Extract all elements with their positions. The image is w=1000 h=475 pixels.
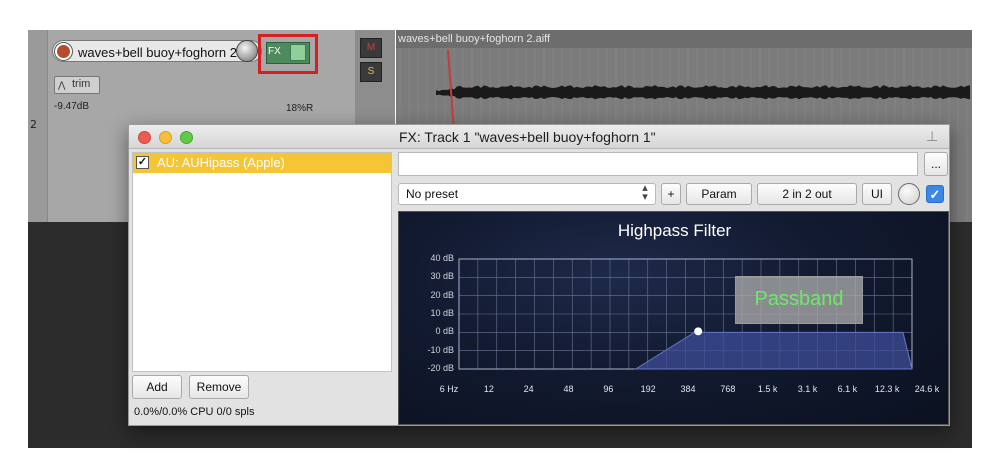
db-tick-label: 0 dB (435, 326, 454, 337)
record-arm-button[interactable] (55, 43, 72, 60)
frequency-tick-label: 12 (483, 384, 494, 394)
frequency-tick-label: 24 (523, 384, 534, 394)
db-tick-label: 20 dB (430, 289, 454, 300)
db-tick-label: -20 dB (427, 363, 454, 373)
db-tick-label: 40 dB (430, 253, 454, 263)
fx-chain-item-label: AU: AUHipass (Apple) (157, 155, 285, 170)
frequency-tick-label: 12.3 k (874, 384, 900, 394)
frequency-tick-label: 6 Hz (439, 384, 459, 394)
cpu-readout: 0.0%/0.0% CPU 0/0 spls (134, 406, 255, 418)
fx-chain-list[interactable]: ✓ AU: AUHipass (Apple) (132, 152, 392, 372)
trim-label: trim (72, 78, 91, 90)
add-button[interactable]: Add (132, 375, 182, 399)
enable-checkbox[interactable]: ✓ (926, 185, 944, 203)
window-title: FX: Track 1 "waves+bell buoy+foghorn 1" (399, 129, 656, 145)
filter-response-curve (633, 331, 913, 370)
frequency-tick-label: 48 (563, 384, 574, 394)
mute-button[interactable]: M (360, 38, 382, 58)
frequency-tick-label: 192 (640, 384, 656, 394)
frequency-tick-label: 6.1 k (837, 384, 858, 394)
fx-bypass-toggle[interactable] (290, 44, 306, 61)
parameter-field[interactable] (398, 152, 918, 176)
preset-value: No preset (406, 187, 459, 201)
ui-button[interactable]: UI (862, 183, 892, 205)
plugin-title: Highpass Filter (617, 221, 732, 240)
plugin-view[interactable]: Highpass Filter 40 dB 30 dB 20 dB 10 dB 0 dB… (398, 211, 949, 425)
frequency-tick-label: 384 (680, 384, 696, 394)
checkbox-icon[interactable]: ✓ (136, 156, 149, 169)
frequency-tick-label: 768 (720, 384, 736, 394)
chevron-updown-icon: ▴ ▾ (642, 182, 648, 203)
cutoff-handle[interactable] (694, 327, 703, 336)
param-button[interactable]: Param (686, 183, 752, 205)
fx-button-label: FX (268, 46, 281, 57)
io-routing-button[interactable]: 2 in 2 out (757, 183, 857, 205)
maximize-icon[interactable] (180, 131, 193, 144)
track-name: waves+bell buoy+foghorn 2 (78, 45, 238, 60)
wet-knob-icon[interactable] (898, 183, 920, 205)
pan-readout: 18%R (286, 103, 314, 114)
db-tick-label: 30 dB (430, 271, 454, 282)
volume-knob[interactable] (236, 40, 258, 62)
frequency-tick-label: 24.6 k (914, 384, 940, 394)
db-tick-label: 10 dB (430, 308, 454, 318)
db-tick-label: -10 dB (427, 344, 454, 355)
daw-screen: 2 waves+bell buoy+foghorn 2.aiff waves+b… (0, 0, 1000, 475)
envelope-icon: ⋀ (58, 80, 66, 90)
fx-chain-item[interactable]: ✓ AU: AUHipass (Apple) (133, 153, 391, 173)
passband-label: Passband (754, 288, 844, 310)
pin-icon[interactable]: ⊥ (926, 128, 938, 145)
frequency-tick-label: 3.1 k (797, 384, 818, 394)
more-button[interactable]: ... (924, 152, 948, 176)
close-icon[interactable] (138, 131, 151, 144)
minimize-icon[interactable] (159, 131, 172, 144)
media-item-title: waves+bell buoy+foghorn 2.aiff (398, 33, 551, 45)
fx-window: FX: Track 1 "waves+bell buoy+foghorn 1" … (128, 124, 950, 426)
frequency-tick-label: 1.5 k (757, 384, 778, 394)
frequency-tick-label: 96 (603, 384, 614, 394)
add-preset-button[interactable]: + (661, 183, 681, 205)
volume-readout: -9.47dB (54, 101, 90, 112)
solo-button[interactable]: S (360, 62, 382, 82)
track-number: 2 (30, 118, 37, 131)
window-titlebar[interactable]: FX: Track 1 "waves+bell buoy+foghorn 1" … (129, 125, 949, 149)
remove-button[interactable]: Remove (189, 375, 249, 399)
